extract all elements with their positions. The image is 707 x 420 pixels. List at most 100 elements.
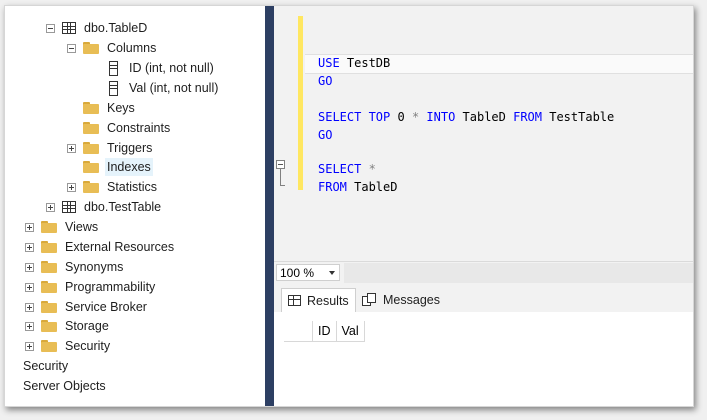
- tab-messages[interactable]: Messages: [356, 288, 446, 311]
- tree-node-label: Val (int, not null): [129, 81, 219, 95]
- change-tracking-margin: [298, 16, 303, 190]
- tree-node-views[interactable]: Views: [25, 217, 100, 237]
- folder-icon: [83, 42, 99, 54]
- column-icon: [109, 60, 118, 76]
- zoom-dropdown[interactable]: 100 %: [276, 264, 340, 281]
- tree-node-constraints[interactable]: Constraints: [83, 118, 172, 138]
- tree-node-storage[interactable]: Storage: [25, 316, 111, 336]
- tree-node-columns[interactable]: Columns: [67, 38, 158, 58]
- tree-node-server-objects[interactable]: Server Objects: [21, 376, 108, 396]
- expand-icon[interactable]: [25, 222, 34, 232]
- query-editor[interactable]: USE TestDB GO SELECT TOP 0 * INTO TableD…: [274, 6, 693, 261]
- folder-icon: [83, 102, 99, 114]
- expand-icon[interactable]: [25, 282, 34, 292]
- tree-node-label: Triggers: [107, 141, 153, 155]
- expand-icon[interactable]: [25, 242, 34, 252]
- object-explorer: dbo.TableD Columns ID (int, not null) Va…: [5, 6, 265, 406]
- results-grid[interactable]: ID Val: [274, 312, 693, 406]
- sql-operator: *: [361, 162, 376, 176]
- sql-keyword: SELECT: [318, 162, 362, 176]
- sql-keyword: INTO: [419, 110, 456, 124]
- tab-label: Results: [307, 293, 349, 308]
- tree-node-statistics[interactable]: Statistics: [67, 177, 159, 197]
- tree-node-security-server[interactable]: Security: [21, 356, 70, 376]
- tree-node-synonyms[interactable]: Synonyms: [25, 257, 125, 277]
- tree-node-label: Service Broker: [65, 300, 147, 314]
- tree-node-service-broker[interactable]: Service Broker: [25, 297, 149, 317]
- expand-icon[interactable]: [46, 202, 55, 212]
- table-icon: [62, 201, 76, 213]
- tree-node-column-val[interactable]: Val (int, not null): [109, 78, 220, 98]
- expand-icon[interactable]: [25, 321, 34, 331]
- tree-node-label: Constraints: [107, 121, 171, 135]
- sql-number: 0: [390, 110, 412, 124]
- tree-node-label: Keys: [107, 101, 135, 115]
- tree-node-testtable[interactable]: dbo.TestTable: [46, 197, 163, 217]
- collapse-region-icon[interactable]: [276, 160, 285, 169]
- tree-node-label: Columns: [107, 41, 157, 55]
- folder-icon: [41, 241, 57, 253]
- folder-icon: [41, 301, 57, 313]
- pane-splitter[interactable]: [265, 6, 274, 406]
- sql-keyword: GO: [318, 128, 333, 142]
- expand-icon[interactable]: [67, 182, 76, 192]
- folder-icon: [83, 181, 99, 193]
- folder-icon: [41, 320, 57, 332]
- sql-identifier: TableD: [346, 180, 398, 194]
- code-area[interactable]: USE TestDB GO SELECT TOP 0 * INTO TableD…: [305, 54, 693, 261]
- grid-column-header[interactable]: Val: [337, 321, 364, 341]
- sql-keyword: GO: [318, 74, 333, 88]
- tree-node-label: dbo.TableD: [84, 21, 148, 35]
- expand-icon[interactable]: [25, 302, 34, 312]
- tree-node-label: Indexes: [105, 158, 153, 176]
- tree-node-column-id[interactable]: ID (int, not null): [109, 58, 216, 78]
- tree-node-external-resources[interactable]: External Resources: [25, 237, 176, 257]
- results-pane: Results Messages ID Val: [274, 283, 693, 406]
- code-line-2: GO: [318, 72, 332, 90]
- fold-guide: [280, 169, 281, 186]
- zoom-value: 100 %: [280, 265, 315, 280]
- horizontal-scrollbar[interactable]: [344, 263, 693, 283]
- grid-header: ID Val: [284, 321, 365, 342]
- grid-column-header[interactable]: ID: [313, 321, 337, 341]
- table-icon: [62, 22, 76, 34]
- folder-icon: [41, 340, 57, 352]
- sql-identifier: TestDB: [339, 56, 391, 70]
- sql-identifier: TestTable: [542, 110, 615, 124]
- collapse-icon[interactable]: [67, 43, 76, 53]
- code-line-8: FROM TableD: [318, 178, 397, 196]
- sql-keyword: USE: [318, 56, 340, 70]
- tree-node-label: Views: [65, 220, 99, 234]
- code-line-1: USE TestDB: [318, 54, 390, 72]
- expand-icon[interactable]: [25, 262, 34, 272]
- ssms-window: dbo.TableD Columns ID (int, not null) Va…: [4, 5, 694, 407]
- messages-icon: [362, 293, 377, 306]
- tab-results[interactable]: Results: [281, 288, 356, 313]
- tree-node-programmability[interactable]: Programmability: [25, 277, 157, 297]
- tree-node-label: dbo.TestTable: [84, 200, 162, 214]
- expand-icon[interactable]: [25, 341, 34, 351]
- collapse-icon[interactable]: [46, 23, 55, 33]
- expand-icon[interactable]: [67, 143, 76, 153]
- tree-node-tabled[interactable]: dbo.TableD: [46, 18, 149, 38]
- folder-icon: [83, 122, 99, 134]
- column-icon: [109, 80, 118, 96]
- sql-keyword: FROM: [513, 110, 542, 124]
- tree-node-keys[interactable]: Keys: [83, 98, 137, 118]
- fold-guide-end: [280, 185, 285, 186]
- tree-node-label: Security: [23, 359, 69, 373]
- tree-node-label: ID (int, not null): [129, 61, 214, 75]
- folder-icon: [41, 261, 57, 273]
- grid-corner[interactable]: [284, 321, 313, 341]
- code-line-5: GO: [318, 126, 332, 144]
- tree-node-indexes[interactable]: Indexes: [83, 157, 153, 177]
- tree-node-triggers[interactable]: Triggers: [67, 138, 154, 158]
- tree-node-label: External Resources: [65, 240, 175, 254]
- tree-node-label: Programmability: [65, 280, 156, 294]
- tree-node-security-db[interactable]: Security: [25, 336, 112, 356]
- tree-node-label: Statistics: [107, 180, 158, 194]
- results-tab-strip: Results Messages: [274, 283, 693, 313]
- tree-node-label: Storage: [65, 319, 109, 333]
- folder-icon: [41, 221, 57, 233]
- tree-node-label: Server Objects: [23, 379, 106, 393]
